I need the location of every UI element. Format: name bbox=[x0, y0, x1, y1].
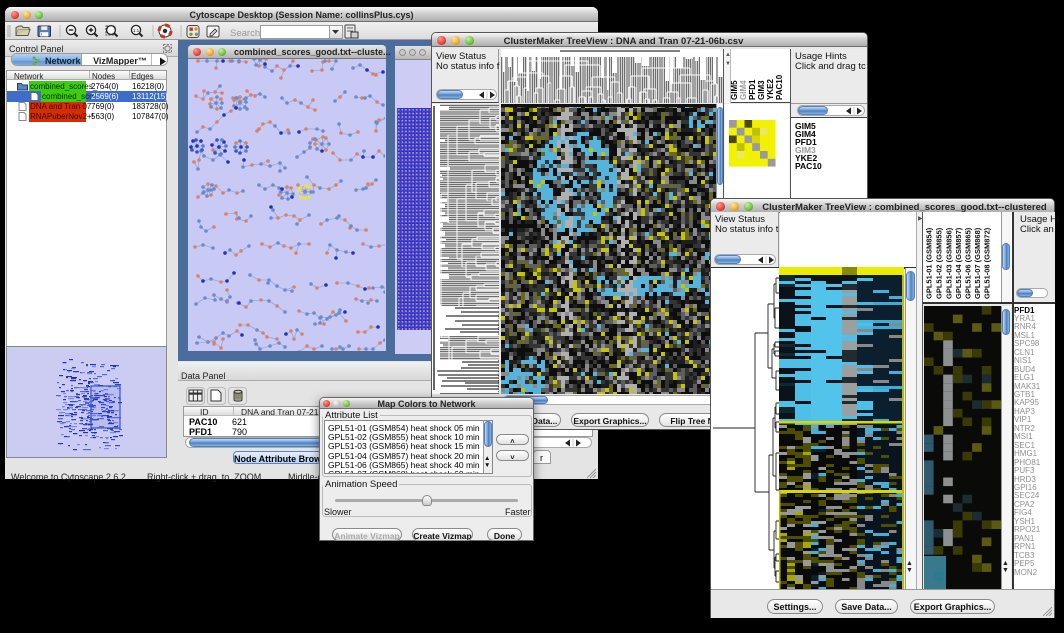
svg-text:GPL51-07 (GSM868): GPL51-07 (GSM868) bbox=[973, 227, 982, 299]
svg-text:GPL51-02 (GSM855): GPL51-02 (GSM855) bbox=[935, 227, 944, 299]
svg-text:GPL51-01 (GSM854): GPL51-01 (GSM854) bbox=[925, 227, 934, 299]
svg-text:GPL51-06 (GSM865): GPL51-06 (GSM865) bbox=[964, 227, 973, 299]
svg-text:GPL51-08 (GSM872): GPL51-08 (GSM872) bbox=[983, 227, 992, 299]
svg-text:GPL51-03 (GSM856): GPL51-03 (GSM856) bbox=[945, 227, 954, 299]
svg-text:GPL51-04 (GSM857): GPL51-04 (GSM857) bbox=[954, 227, 963, 299]
